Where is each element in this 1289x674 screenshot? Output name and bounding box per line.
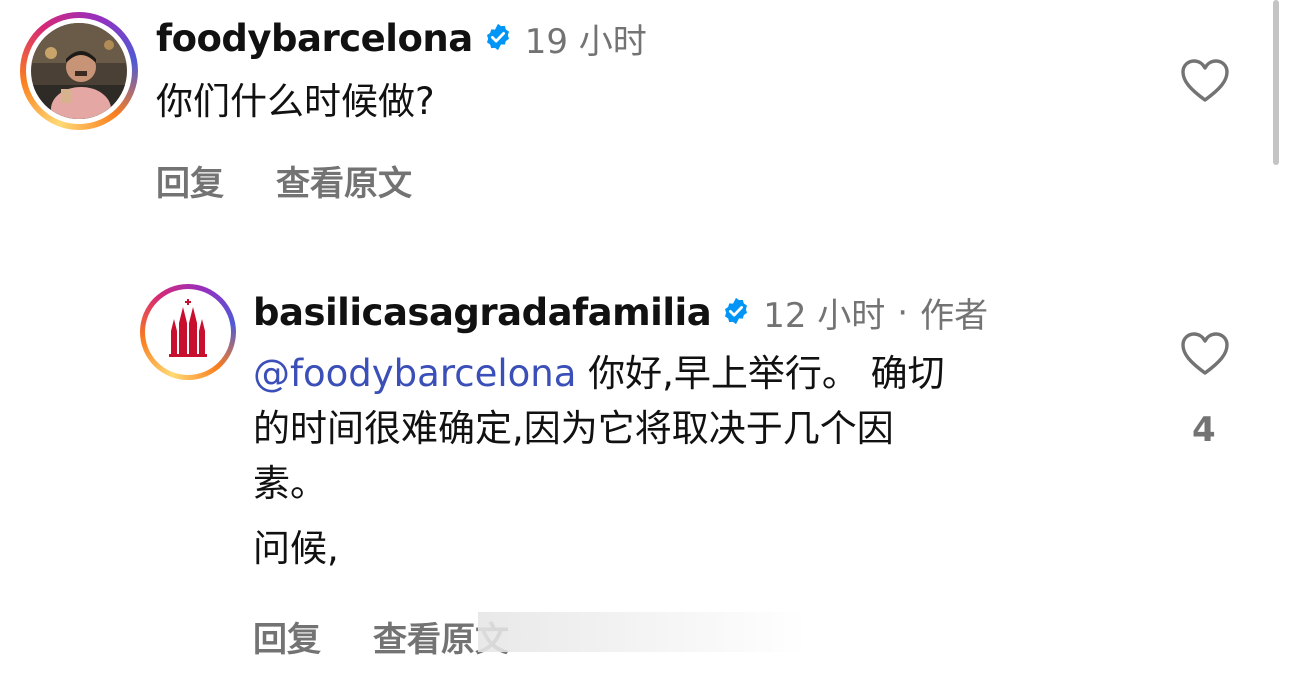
reply-button[interactable]: 回复 [253, 612, 321, 661]
username[interactable]: basilicasagradafamilia [253, 291, 712, 334]
avatar-foodybarcelona[interactable] [31, 23, 127, 119]
see-translation-button[interactable]: 查看原文 [276, 156, 412, 205]
comment-header: foodybarcelona 19 小时 [156, 14, 647, 63]
like-count[interactable]: 4 [1192, 410, 1216, 450]
comment-line: @foodybarcelona 你好,早上举行。 确切 [253, 346, 1153, 401]
heart-outline-icon [1181, 332, 1229, 375]
meta-separator: · [897, 292, 909, 333]
comment-line: 的时间很难确定,因为它将取决于几个因 [253, 407, 894, 450]
comment-header: basilicasagradafamilia 12 小时 · 作者 [253, 288, 988, 337]
avatar-photo-icon [31, 23, 127, 119]
like-button[interactable] [1180, 331, 1230, 381]
comment-time: 12 小时 [763, 296, 886, 336]
scrollbar[interactable] [1273, 0, 1279, 165]
mention-link[interactable]: @foodybarcelona [253, 352, 576, 395]
comment-line: 素。 [253, 462, 327, 505]
verified-badge-icon [721, 296, 751, 330]
comment-actions: 回复 查看原文 [156, 156, 412, 205]
comments-thread: foodybarcelona 19 小时 你们什么时候做? 回复 查看原文 ba… [0, 0, 1289, 674]
heart-outline-icon [1181, 59, 1229, 102]
comment-actions: 回复 查看原文 [253, 612, 509, 661]
watermark-overlay [478, 612, 808, 652]
author-tag: 作者 [920, 296, 989, 336]
avatar-basilicasagradafamilia[interactable] [149, 293, 227, 371]
username[interactable]: foodybarcelona [156, 17, 473, 60]
comment-line-text: 你好,早上举行。 确切 [576, 352, 945, 395]
verified-badge-icon [483, 22, 513, 56]
comment-time: 19 小时 [524, 22, 647, 62]
like-button[interactable] [1180, 58, 1230, 108]
sagrada-familia-logo-icon [169, 299, 207, 357]
comment-line: 问候, [253, 527, 339, 570]
reply-button[interactable]: 回复 [156, 156, 224, 205]
comment-text: 你们什么时候做? [156, 80, 435, 123]
comment-text: @foodybarcelona 你好,早上举行。 确切 的时间很难确定,因为它将… [253, 346, 1153, 576]
